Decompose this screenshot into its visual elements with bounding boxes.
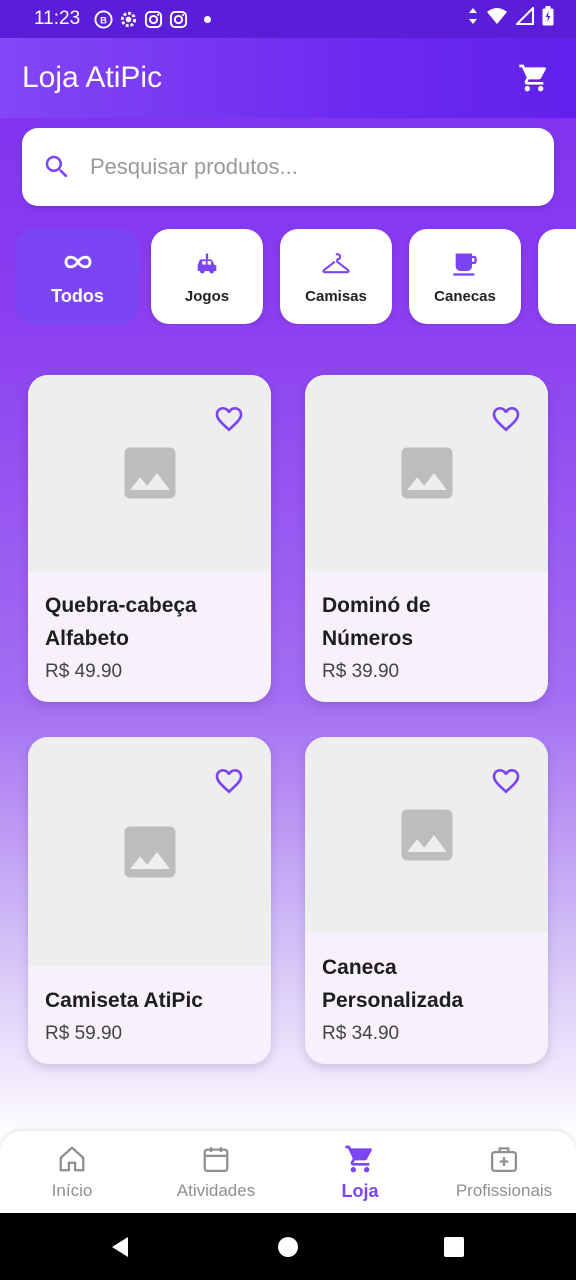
b-badge-icon: B	[94, 9, 113, 29]
favorite-heart-icon[interactable]	[213, 765, 245, 797]
nav-item-inicio[interactable]: Início	[22, 1131, 122, 1213]
product-card[interactable]: Quebra-cabeça Alfabeto R$ 49.90	[28, 375, 271, 702]
search-input[interactable]	[90, 154, 510, 180]
status-time: 11:23	[34, 8, 81, 29]
nav-item-profissionais[interactable]: Profissionais	[441, 1131, 567, 1213]
instagram-icon	[169, 10, 188, 29]
category-more[interactable]	[538, 229, 576, 324]
battery-icon	[542, 6, 554, 32]
recents-icon[interactable]	[442, 1235, 466, 1259]
product-image	[305, 737, 548, 933]
toy-car-icon	[191, 248, 223, 280]
product-price: R$ 39.90	[322, 661, 400, 682]
category-label: Todos	[51, 286, 104, 306]
svg-text:B: B	[100, 15, 107, 26]
home-icon	[56, 1143, 88, 1175]
nav-item-atividades[interactable]: Atividades	[161, 1131, 271, 1213]
category-label: Jogos	[184, 288, 230, 305]
nav-label: Início	[51, 1181, 93, 1200]
product-name: Dominó de Números	[322, 594, 431, 650]
hanger-icon	[320, 248, 352, 280]
mug-icon	[449, 248, 481, 280]
system-status-icons	[468, 5, 554, 32]
nav-item-loja[interactable]: Loja	[320, 1131, 400, 1213]
product-image	[305, 375, 548, 571]
product-image	[28, 375, 271, 571]
product-name: Quebra-cabeça Alfabeto	[45, 594, 197, 650]
nav-label: Profissionais	[455, 1181, 553, 1200]
search-bar[interactable]	[22, 128, 554, 206]
image-placeholder-icon	[401, 809, 452, 861]
product-price: R$ 49.90	[45, 661, 123, 682]
product-image	[28, 737, 271, 966]
image-placeholder-icon	[124, 826, 175, 877]
infinity-icon	[62, 246, 94, 278]
cart-icon	[519, 64, 547, 92]
product-price: R$ 34.90	[322, 1023, 400, 1044]
app-bar: Loja AtiPic	[0, 38, 576, 118]
page-title: Loja AtiPic	[22, 61, 163, 94]
product-card[interactable]: Caneca Personalizada R$ 34.90	[305, 737, 548, 1064]
instagram-icon	[144, 10, 163, 29]
category-jogos[interactable]: Jogos	[151, 229, 263, 324]
cart-button[interactable]	[514, 58, 554, 98]
home-circle-icon[interactable]	[276, 1235, 300, 1259]
favorite-heart-icon[interactable]	[490, 403, 522, 435]
status-bar: 11:23 B	[0, 0, 576, 38]
back-icon[interactable]	[108, 1235, 132, 1259]
category-label: Canecas	[434, 288, 496, 305]
favorite-heart-icon[interactable]	[213, 403, 245, 435]
system-navigation-bar	[0, 1213, 576, 1280]
data-arrows-icon	[468, 7, 478, 31]
cart-icon	[344, 1143, 376, 1175]
category-canecas[interactable]: Canecas	[409, 229, 521, 324]
category-todos[interactable]: Todos	[16, 229, 139, 324]
search-icon	[45, 155, 68, 178]
image-placeholder-icon	[124, 447, 175, 499]
bottom-navigation: Início Atividades Loja Profissionais	[0, 1131, 576, 1213]
calendar-icon	[200, 1143, 232, 1175]
medical-kit-icon	[488, 1143, 520, 1175]
gear-icon	[119, 10, 138, 29]
more-notifications-dot	[204, 15, 212, 23]
favorite-heart-icon[interactable]	[490, 765, 522, 797]
image-placeholder-icon	[401, 447, 452, 499]
signal-icon	[514, 5, 534, 31]
nav-label: Loja	[341, 1180, 379, 1201]
product-name: Caneca Personalizada	[322, 956, 464, 1012]
wifi-icon	[486, 7, 508, 31]
notification-icons: B	[94, 9, 212, 29]
product-price: R$ 59.90	[45, 1023, 123, 1044]
category-label: Camisas	[305, 288, 367, 305]
product-name: Camiseta AtiPic	[45, 989, 203, 1012]
category-camisas[interactable]: Camisas	[280, 229, 392, 324]
category-list: Todos Jogos Camisas Canecas	[16, 229, 576, 325]
nav-label: Atividades	[176, 1181, 256, 1200]
product-card[interactable]: Camiseta AtiPic R$ 59.90	[28, 737, 271, 1064]
product-card[interactable]: Dominó de Números R$ 39.90	[305, 375, 548, 702]
